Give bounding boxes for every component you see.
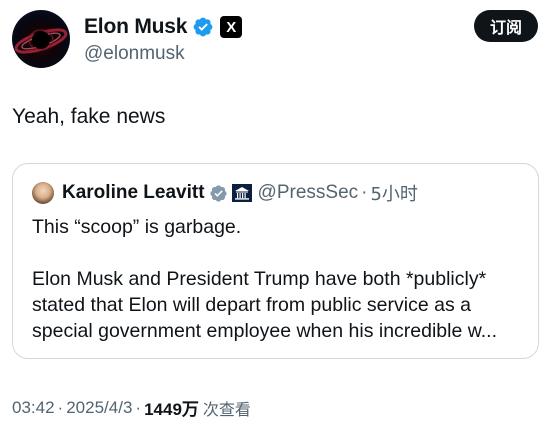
quoted-tweet-text: This “scoop” is garbage. Elon Musk and P…	[32, 214, 532, 344]
quoted-author-handle: @PressSec	[257, 182, 359, 203]
tweet-text: Yeah, fake news	[12, 105, 166, 128]
view-count: 1449万	[144, 400, 199, 419]
tweet-time[interactable]: 03:42	[12, 398, 55, 418]
author-name-row: Elon Musk X	[84, 14, 243, 40]
quoted-text-line: stated that Elon will depart from public…	[32, 294, 471, 316]
quoted-tweet-card[interactable]: Karoline Leavitt @PressSec · 5小时 This “s…	[12, 163, 539, 359]
tweet-date[interactable]: 2025/4/3	[66, 398, 132, 418]
quoted-text-line: This “scoop” is garbage.	[32, 216, 242, 238]
separator-dot: ·	[361, 182, 368, 203]
author-avatar[interactable]	[12, 10, 70, 68]
quoted-text-line: special government employee when his inc…	[32, 320, 498, 342]
black-hole-avatar-image	[14, 28, 68, 54]
quoted-author-avatar	[32, 182, 54, 204]
author-display-name[interactable]: Elon Musk	[84, 15, 187, 39]
verified-badge-icon	[193, 17, 213, 37]
tweet-header: Elon Musk X @elonmusk 订阅	[12, 8, 538, 68]
quoted-tweet-time: 5小时	[370, 184, 418, 205]
quoted-text-line: Elon Musk and President Trump have both …	[32, 268, 487, 290]
quoted-tweet-header: Karoline Leavitt @PressSec · 5小时	[32, 180, 418, 206]
subscribe-button[interactable]: 订阅	[474, 10, 538, 42]
author-handle[interactable]: @elonmusk	[84, 43, 185, 65]
view-count-label: 次查看	[202, 399, 251, 419]
white-house-affiliation-icon	[231, 184, 252, 202]
quoted-author-name: Karoline Leavitt	[62, 182, 205, 203]
separator-dot: ·	[57, 397, 64, 417]
separator-dot: ·	[135, 397, 142, 417]
tweet-meta: 03:42 · 2025/4/3 · 1449万 次查看	[12, 395, 251, 420]
gray-verified-badge-icon	[209, 184, 227, 202]
x-affiliate-badge-icon: X	[220, 16, 243, 38]
